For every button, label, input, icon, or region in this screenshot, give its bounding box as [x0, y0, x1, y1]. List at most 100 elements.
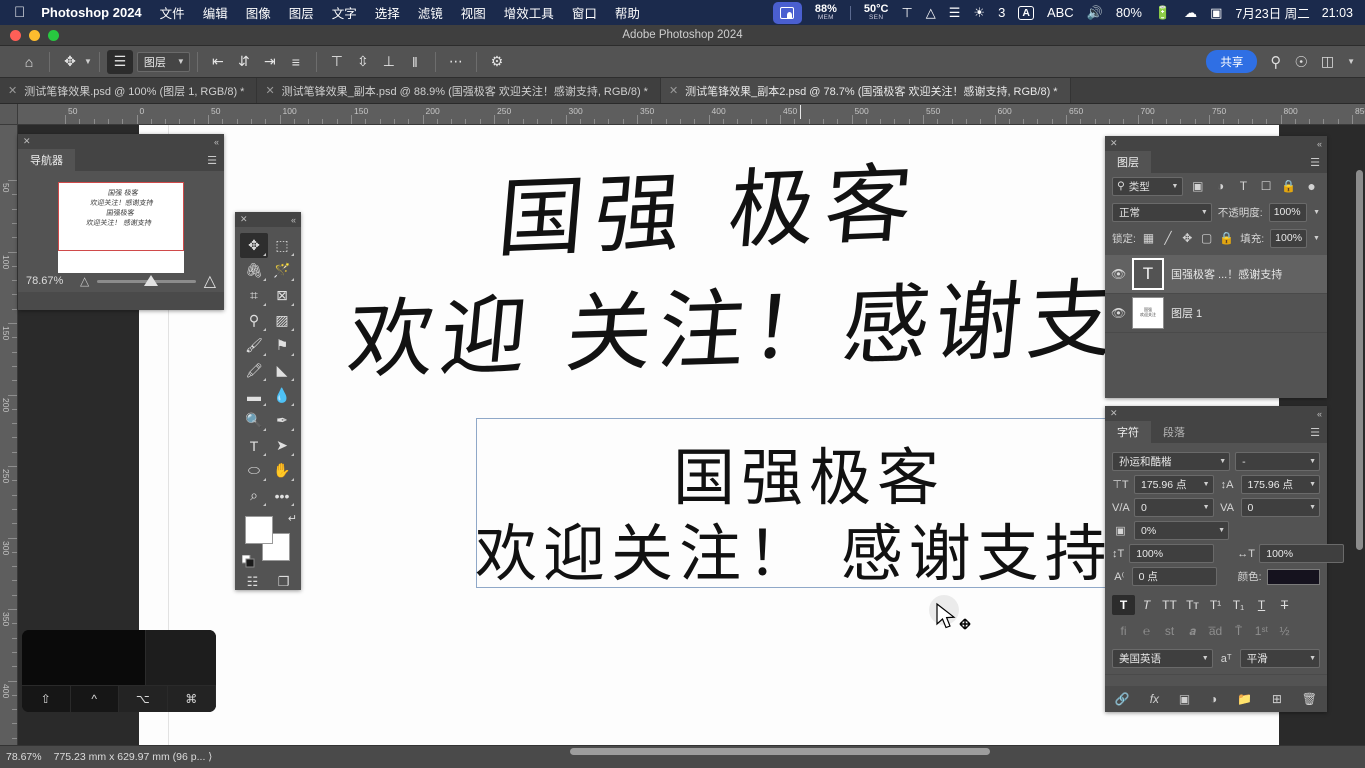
chevron-down-icon[interactable]: ▼	[1347, 57, 1355, 66]
move-tool-icon[interactable]: ✥	[240, 233, 268, 258]
align-right-edges-icon[interactable]: ⇥	[257, 50, 283, 74]
volume-icon[interactable]: 🔊	[1087, 5, 1103, 21]
layer-thumbnail-type[interactable]: T	[1132, 258, 1164, 290]
move-tool-icon[interactable]: ✥	[57, 50, 83, 74]
new-layer-icon[interactable]: ⊞	[1272, 692, 1282, 706]
lasso-tool-icon[interactable]: 🖇	[240, 258, 268, 283]
ellipse-tool-icon[interactable]: ⬭	[240, 458, 268, 483]
help-icon[interactable]: ☉	[1294, 53, 1307, 71]
navigator-zoom-value[interactable]: 78.67%	[26, 275, 72, 287]
home-icon[interactable]: ⌂	[16, 50, 42, 74]
delete-layer-icon[interactable]: 🗑	[1302, 692, 1317, 706]
menubar-date[interactable]: 7月23日 周二	[1235, 3, 1309, 22]
control-center-icon[interactable]: ▣	[1210, 5, 1222, 21]
text-layer-bounding-box[interactable]: 国强极客 欢迎关注！ 感谢支持	[475, 418, 1161, 590]
collapse-icon[interactable]: «	[214, 137, 219, 147]
layer-visibility-icon[interactable]: 👁	[1111, 267, 1126, 281]
collapse-icon[interactable]: «	[1317, 139, 1322, 149]
auto-select-target-dropdown[interactable]: 图层 ▼	[136, 51, 190, 72]
status-document-info[interactable]: 775.23 mm x 629.97 mm (96 p... ⟩	[54, 751, 213, 763]
horizontal-scrollbar[interactable]	[570, 748, 990, 755]
share-button[interactable]: 共享	[1206, 50, 1258, 73]
chevron-down-icon[interactable]: ▼	[84, 57, 92, 66]
lock-artboard-icon[interactable]: ▢	[1200, 231, 1213, 245]
collapse-icon[interactable]: «	[1317, 409, 1322, 419]
frame-tool-icon[interactable]: ⊠	[268, 283, 296, 308]
kerning-input[interactable]: 0 ▼	[1134, 498, 1214, 517]
control-key[interactable]: ^	[70, 686, 119, 712]
screen-mode-icon[interactable]: ❐	[278, 574, 290, 590]
new-group-icon[interactable]: 📁	[1237, 692, 1252, 706]
contextual-alternates-button[interactable]: ℮	[1135, 621, 1158, 641]
zoom-in-icon[interactable]: △	[204, 271, 216, 291]
shape-layer-filter-icon[interactable]: ☐	[1258, 179, 1275, 193]
close-icon[interactable]: ✕	[1110, 138, 1118, 149]
oldstyle-button[interactable]: a̅d	[1204, 621, 1227, 641]
pen-tool-icon[interactable]: ✒	[268, 408, 296, 433]
zoom-out-icon[interactable]: △	[80, 274, 89, 288]
faux-italic-button[interactable]: T	[1135, 595, 1158, 615]
menu-edit[interactable]: 编辑	[203, 3, 228, 22]
menu-view[interactable]: 视图	[461, 3, 486, 22]
tab-paragraph[interactable]: 段落	[1151, 421, 1197, 443]
temperature-status[interactable]: 50°C SEN	[864, 3, 889, 22]
layer-filter-dropdown[interactable]: ⚲ 类型 ▼	[1112, 176, 1184, 196]
ordinals-button[interactable]: 1ˢᵗ	[1250, 621, 1273, 641]
tracking-input[interactable]: 0 ▼	[1240, 498, 1320, 517]
lock-all-icon[interactable]: 🔒	[1219, 231, 1234, 245]
dodge-tool-icon[interactable]: 🔍	[240, 408, 268, 433]
layer-visibility-icon[interactable]: 👁	[1111, 306, 1126, 320]
tab-navigator[interactable]: 导航器	[18, 149, 75, 171]
wechat-icon[interactable]: ☀	[973, 5, 985, 21]
rectangular-marquee-tool-icon[interactable]: ⬚	[268, 233, 296, 258]
faux-bold-button[interactable]: T	[1112, 595, 1135, 615]
layer-thumbnail-image[interactable]: 国强 欢迎关注	[1132, 297, 1164, 329]
panel-menu-icon[interactable]: ☰	[1310, 151, 1327, 173]
quick-selection-tool-icon[interactable]: 🪄	[268, 258, 296, 283]
font-family-dropdown[interactable]: 孙运和酷楷 ▼	[1112, 452, 1231, 471]
bookmark-icon[interactable]: ☰	[949, 5, 961, 21]
fractions-button[interactable]: ½	[1273, 621, 1296, 641]
subscript-button[interactable]: T₁	[1227, 595, 1250, 615]
lock-transparent-pixels-icon[interactable]: ▦	[1142, 231, 1155, 245]
language-dropdown[interactable]: 美国英语 ▼	[1112, 649, 1213, 668]
menu-filter[interactable]: 滤镜	[418, 3, 443, 22]
path-selection-tool-icon[interactable]: ➤	[268, 433, 296, 458]
menu-select[interactable]: 选择	[375, 3, 400, 22]
close-icon[interactable]: ✕	[1110, 408, 1118, 419]
battery-icon[interactable]: 🔋	[1155, 5, 1171, 21]
menu-layer[interactable]: 图层	[289, 3, 314, 22]
command-key[interactable]: ⌘	[167, 686, 216, 712]
small-caps-button[interactable]: Tᴛ	[1181, 595, 1204, 615]
strikethrough-button[interactable]: T	[1273, 595, 1296, 615]
ruler-corner[interactable]	[0, 104, 18, 125]
history-brush-tool-icon[interactable]: 🖍	[240, 358, 268, 383]
brush-tool-icon[interactable]: 🖌	[240, 333, 268, 358]
memory-status[interactable]: 88% MEM	[815, 3, 837, 22]
panel-menu-icon[interactable]: ☰	[207, 149, 224, 171]
vertical-scale-input[interactable]: 0% ▼	[1134, 521, 1229, 540]
blur-tool-icon[interactable]: 💧	[268, 383, 296, 408]
status-zoom-value[interactable]: 78.67%	[6, 751, 42, 763]
clipboard-manager-icon[interactable]: ⊤	[901, 5, 912, 21]
standard-ligatures-button[interactable]: fi	[1112, 621, 1135, 641]
layer-style-icon[interactable]: fx	[1150, 692, 1159, 706]
screen-share-status-icon[interactable]	[772, 1, 802, 24]
scale-horizontal-input[interactable]: 100%	[1259, 544, 1345, 563]
search-icon[interactable]: ⚲	[1270, 53, 1281, 71]
document-tab-1[interactable]: ✕ 测试笔锋效果.psd @ 100% (图层 1, RGB/8) *	[0, 78, 258, 103]
horizontal-ruler[interactable]: 50 0 50 100 150 200 250 300 350 400 450 500 550 600 65…	[18, 104, 1365, 125]
opacity-input[interactable]: 100%	[1268, 202, 1308, 222]
more-options-icon[interactable]: ⋯	[443, 50, 469, 74]
auto-select-icon[interactable]: ☰	[106, 49, 133, 74]
menu-window[interactable]: 窗口	[572, 3, 597, 22]
collapse-icon[interactable]: «	[291, 215, 296, 225]
blend-mode-dropdown[interactable]: 正常 ▼	[1112, 202, 1212, 222]
spot-healing-brush-tool-icon[interactable]: ▨	[268, 308, 296, 333]
navigator-zoom-slider[interactable]	[97, 274, 196, 288]
vertical-ruler[interactable]: 50100150200250300350400450	[0, 125, 18, 745]
clone-stamp-tool-icon[interactable]: ⚑	[268, 333, 296, 358]
hand-tool-icon[interactable]: ✋	[268, 458, 296, 483]
slider-handle[interactable]	[144, 275, 159, 286]
layer-row-text[interactable]: 👁 T 国强极客 ...！感谢支持	[1105, 255, 1327, 294]
